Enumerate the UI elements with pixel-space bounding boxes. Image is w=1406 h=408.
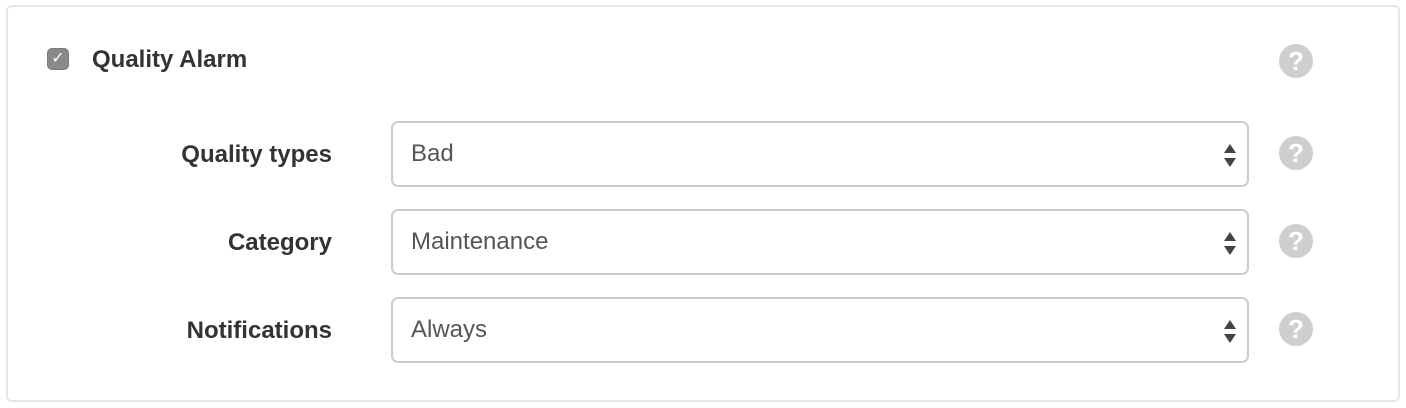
notifications-value: Always xyxy=(411,316,488,343)
checkmark-icon: ✓ xyxy=(51,50,65,67)
form-row-category: Category Maintenance ? xyxy=(8,209,1398,275)
question-mark-icon[interactable]: ? xyxy=(1279,224,1313,258)
form-row-quality-types: Quality types Bad ? xyxy=(8,121,1398,187)
notifications-select[interactable]: Always xyxy=(391,297,1249,363)
quality-types-label: Quality types xyxy=(181,141,332,168)
question-mark-icon[interactable]: ? xyxy=(1279,136,1313,170)
category-value: Maintenance xyxy=(411,228,549,255)
section-title: Quality Alarm xyxy=(92,46,248,73)
select-arrows-icon xyxy=(1223,231,1237,257)
category-select[interactable]: Maintenance xyxy=(391,209,1249,275)
quality-types-value: Bad xyxy=(411,140,454,167)
quality-alarm-checkbox[interactable]: ✓ xyxy=(47,48,69,70)
form-row-notifications: Notifications Always ? xyxy=(8,297,1398,363)
notifications-label: Notifications xyxy=(186,317,332,344)
select-arrows-icon xyxy=(1223,319,1237,345)
category-label: Category xyxy=(227,229,332,256)
question-mark-icon[interactable]: ? xyxy=(1279,44,1313,78)
question-mark-icon[interactable]: ? xyxy=(1279,312,1313,346)
section-header: ✓ Quality Alarm ? xyxy=(8,7,1398,117)
select-arrows-icon xyxy=(1223,143,1237,169)
quality-alarm-panel: ✓ Quality Alarm ? Quality types Bad ? Ca… xyxy=(6,5,1400,402)
quality-types-select[interactable]: Bad xyxy=(391,121,1249,187)
